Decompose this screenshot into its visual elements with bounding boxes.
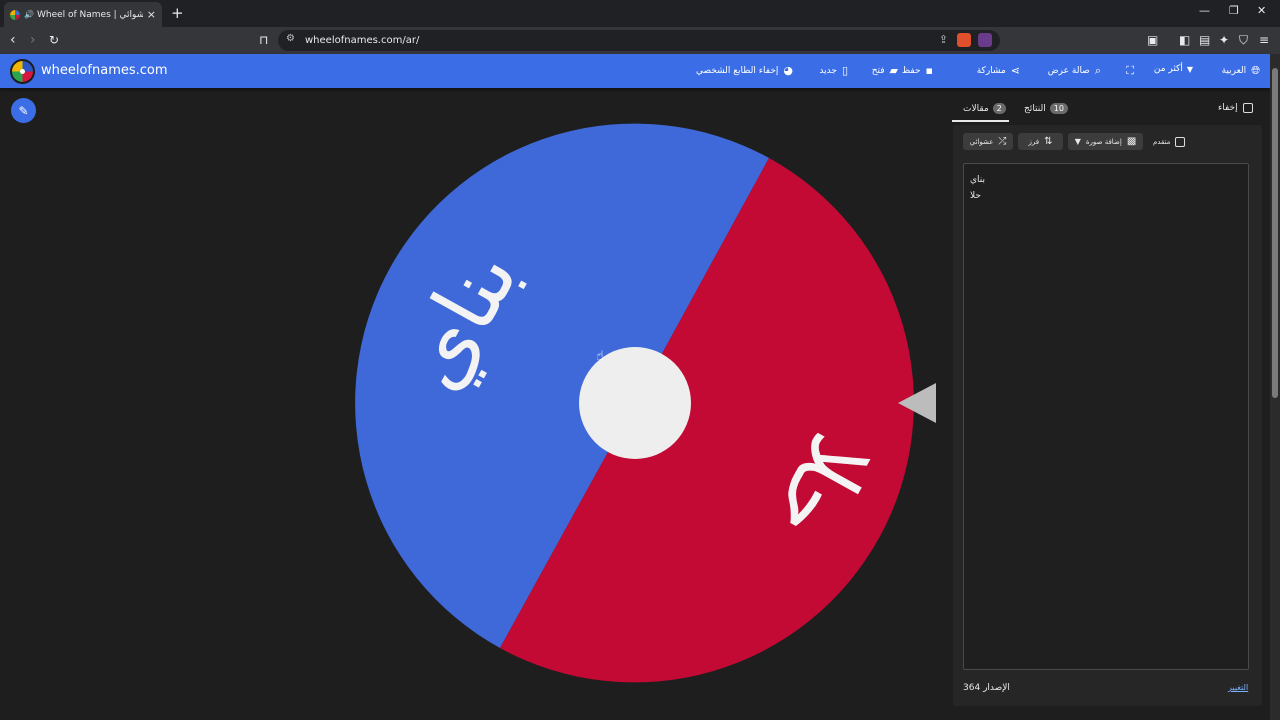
close-window-icon[interactable]: ✕ (1257, 4, 1266, 17)
back-icon[interactable]: ‹ (10, 32, 16, 48)
bookmark-icon[interactable]: ⊓ (259, 33, 268, 47)
version-number: 364 (963, 683, 981, 693)
app-header: wheelofnames.com العربية 🌐︎ أكثر من ▼ ⛶ … (0, 54, 1270, 88)
browser-menu-icon[interactable]: ≡ (1259, 33, 1269, 47)
minimize-icon[interactable]: — (1199, 4, 1210, 17)
leo-ai-icon[interactable]: ✦ (1219, 33, 1229, 47)
list-item: بناي (970, 175, 986, 185)
chevron-down-icon: ▼ (1074, 137, 1081, 146)
page-scrollbar[interactable] (1270, 54, 1280, 720)
menu-open-label: فتح (871, 65, 885, 76)
advanced-toggle[interactable]: متقدم (1153, 137, 1186, 147)
address-bar[interactable]: ⚙ wheelofnames.com/ar/ ⇪ (278, 30, 1000, 51)
palette-icon: ◕ (783, 64, 793, 77)
entries-textarea[interactable]: بناي حلا (963, 163, 1249, 670)
advanced-label: متقدم (1153, 138, 1171, 146)
new-tab-icon[interactable]: + (171, 4, 184, 22)
version-label: الإصدار (983, 683, 1010, 693)
chevron-down-icon: ▼ (1186, 64, 1193, 74)
wheel-logo-icon[interactable] (10, 59, 35, 84)
sort-button[interactable]: فرز ⇅ (1018, 133, 1063, 150)
url-text[interactable]: wheelofnames.com/ar/ (305, 35, 419, 46)
active-tab-indicator (952, 120, 1009, 122)
close-tab-icon[interactable]: × (147, 8, 156, 21)
hide-toggle[interactable]: إخفاء (1218, 103, 1253, 113)
results-count-badge: 10 (1049, 103, 1068, 114)
spinning-wheel[interactable]: بناي حلا (350, 118, 920, 688)
pencil-icon: ✎ (18, 103, 29, 118)
menu-new-label: جديد (819, 65, 837, 76)
fullscreen-icon: ⛶ (1126, 64, 1134, 77)
tab-entries[interactable]: مقالات 2 (963, 103, 1006, 114)
forward-icon[interactable]: › (30, 32, 36, 48)
menu-more[interactable]: أكثر من ▼ (1154, 64, 1193, 74)
tab-search-icon[interactable]: ▣ (1147, 33, 1158, 47)
menu-new[interactable]: جديد ▯ (819, 64, 848, 77)
sidebar-icon[interactable]: ◧ (1179, 33, 1190, 47)
list-item: حلا (970, 191, 981, 201)
menu-save-label: حفظ (901, 65, 921, 76)
browser-tab[interactable]: 🔊 Wheel of Names | عجلة الاسم العشوائي × (4, 2, 162, 27)
menu-language[interactable]: العربية 🌐︎ (1222, 64, 1260, 78)
sort-label: فرز (1028, 137, 1040, 146)
shuffle-label: عشوائي (969, 137, 994, 146)
entries-count-badge: 2 (992, 103, 1006, 114)
shuffle-icon: ⤮ (998, 136, 1007, 147)
globe-icon: 🌐︎ (1251, 64, 1260, 77)
image-icon: ▩ (1126, 136, 1137, 147)
search-icon: ⌕ (1094, 64, 1101, 77)
menu-customize-label: إخفاء الطابع الشخصي (696, 65, 779, 76)
edit-pencil-button[interactable]: ✎ (11, 98, 36, 123)
save-icon: ▪ (925, 64, 933, 77)
menu-gallery[interactable]: صالة عرض ⌕ (1048, 64, 1101, 78)
tab-results-label: النتائج (1024, 103, 1046, 114)
advanced-checkbox[interactable] (1175, 137, 1186, 147)
app-window: 🔊 Wheel of Names | عجلة الاسم العشوائي ×… (0, 0, 1280, 720)
version-info: الإصدار 364 (963, 683, 1010, 693)
share-page-icon[interactable]: ⇪ (939, 33, 948, 46)
wheel-pointer (898, 383, 936, 423)
tab-title: Wheel of Names | عجلة الاسم العشوائي (36, 9, 143, 20)
wheel-favicon-icon (10, 9, 20, 20)
menu-save[interactable]: حفظ ▪ (902, 64, 933, 77)
menu-gallery-label: صالة عرض (1047, 66, 1090, 76)
speaker-icon[interactable]: 🔊 (24, 10, 34, 19)
tab-entries-label: مقالات (963, 103, 989, 114)
menu-share[interactable]: مشاركة ⋖ (977, 64, 1020, 77)
hand-cursor-icon: ☝ (596, 349, 604, 364)
menu-share-label: مشاركة (976, 65, 1006, 76)
entries-panel: عشوائي ⤮ فرز ⇅ ▼ إضافة صورة ▩ متقدم بناي… (953, 125, 1262, 706)
hide-label: إخفاء (1218, 103, 1238, 113)
site-info-icon[interactable]: ⚙ (286, 33, 295, 44)
browser-toolbar: ‹ › ↻ ⊓ ⚙ wheelofnames.com/ar/ ⇪ ▣ ◧ ▤ ✦… (0, 27, 1280, 54)
wallet-icon[interactable]: ▤ (1199, 33, 1210, 47)
folder-icon: ▰ (889, 64, 898, 77)
restore-icon[interactable]: ❐ (1229, 4, 1239, 17)
add-image-label: إضافة صورة (1085, 137, 1122, 146)
sort-icon: ⇅ (1044, 136, 1053, 147)
shuffle-button[interactable]: عشوائي ⤮ (963, 133, 1013, 150)
share-icon: ⋖ (1010, 64, 1020, 77)
menu-customize[interactable]: إخفاء الطابع الشخصي ◕ (696, 64, 793, 77)
menu-open[interactable]: فتح ▰ (872, 64, 898, 77)
changelog-link[interactable]: التغيير (1228, 683, 1248, 692)
scrollbar-thumb[interactable] (1272, 68, 1278, 398)
file-icon: ▯ (841, 64, 848, 77)
brand-name[interactable]: wheelofnames.com (41, 63, 168, 78)
brave-shield-icon[interactable] (957, 33, 971, 47)
hide-checkbox[interactable] (1242, 103, 1253, 113)
menu-language-label: العربية (1221, 66, 1247, 76)
brave-rewards-icon[interactable] (978, 33, 992, 47)
reload-icon[interactable]: ↻ (49, 33, 59, 47)
menu-fullscreen[interactable]: ⛶ (1121, 64, 1134, 78)
menu-more-label: أكثر من (1153, 64, 1183, 74)
vpn-icon[interactable]: ⛉ (1239, 33, 1248, 48)
tab-results[interactable]: النتائج 10 (1024, 103, 1068, 114)
browser-tabstrip: 🔊 Wheel of Names | عجلة الاسم العشوائي ×… (0, 0, 1280, 27)
add-image-button[interactable]: ▼ إضافة صورة ▩ (1068, 133, 1143, 150)
